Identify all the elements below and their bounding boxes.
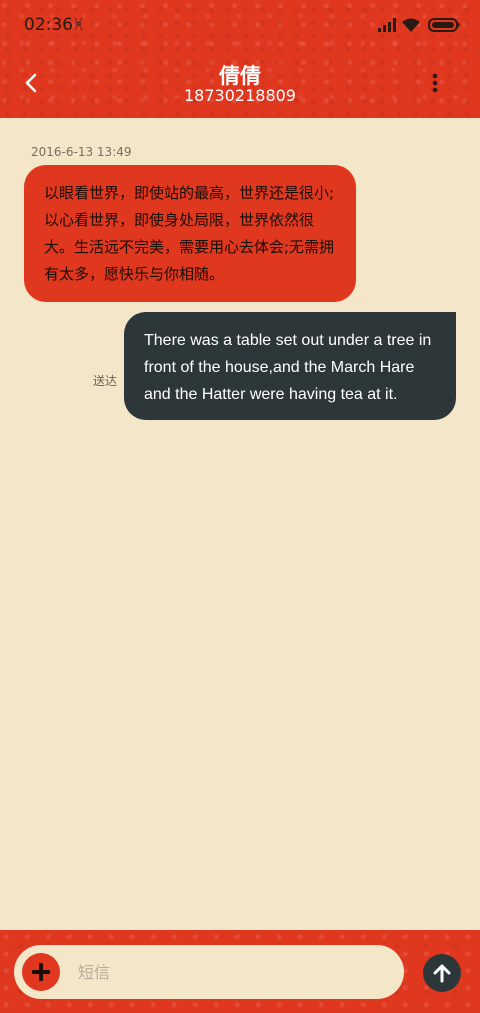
plus-icon <box>32 963 50 981</box>
add-attachment-button[interactable] <box>22 953 60 991</box>
battery-icon <box>428 18 460 32</box>
contact-number: 18730218809 <box>184 86 296 105</box>
wifi-icon <box>402 18 420 32</box>
send-button[interactable] <box>423 954 461 992</box>
header: 02:36 ᚸ 倩倩 18730218809 <box>0 0 480 118</box>
signal-icon <box>378 18 396 32</box>
conversation-area[interactable]: 2016-6-13 13:49 以眼看世界，即使站的最高，世界还是很小;以心看世… <box>0 118 480 930</box>
composer-pill <box>14 945 404 999</box>
bluetooth-icon: ᚸ <box>74 15 84 33</box>
status-time: 02:36 <box>24 15 73 35</box>
status-bar: 02:36 ᚸ <box>0 0 480 52</box>
incoming-message-bubble[interactable]: 以眼看世界，即使站的最高，世界还是很小;以心看世界，即使身处局限，世界依然很大。… <box>24 165 356 302</box>
outgoing-message-bubble[interactable]: There was a table set out under a tree i… <box>124 312 456 420</box>
delivery-status: 送达 <box>93 374 118 388</box>
composer-bar <box>0 930 480 1013</box>
message-timestamp: 2016-6-13 13:49 <box>31 145 132 159</box>
message-input[interactable] <box>78 957 388 987</box>
more-vertical-icon[interactable] <box>428 72 442 94</box>
arrow-up-icon <box>433 964 451 983</box>
